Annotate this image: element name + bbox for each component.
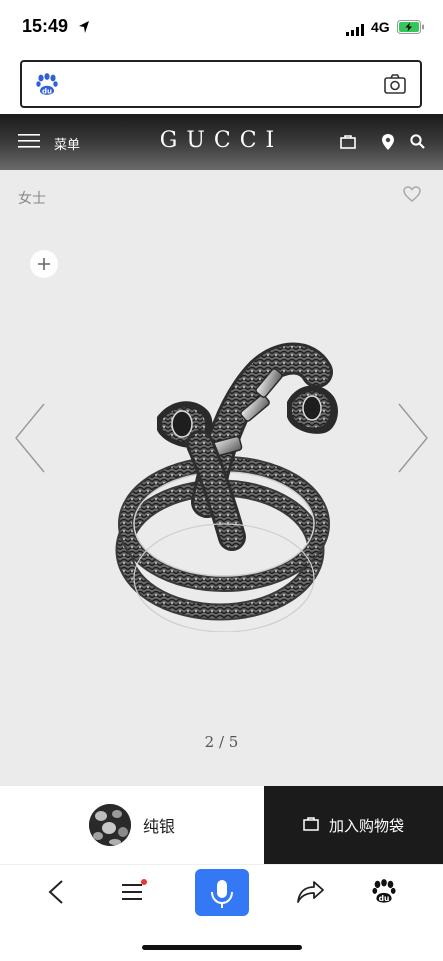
next-image-arrow-icon[interactable] [397,402,429,478]
category-breadcrumb[interactable]: 女士 [18,188,46,208]
zoom-plus-button[interactable] [30,250,58,278]
network-type: 4G [371,19,390,35]
browser-toolbar: du [0,864,443,961]
material-selector[interactable]: 纯银 [0,786,264,864]
image-counter: 2 / 5 [204,733,239,751]
signal-icon [346,21,366,40]
plus-icon [38,258,50,270]
baidu-paw-icon[interactable]: du [36,73,58,101]
status-time: 15:49 [22,16,69,36]
baidu-home-icon[interactable]: du [372,879,396,909]
material-thumbnail [88,804,131,846]
store-locator-icon[interactable] [382,134,394,154]
battery-icon [397,19,425,38]
brand-logo[interactable]: GUCCI [0,128,443,153]
share-icon[interactable] [296,879,326,909]
shopping-bag-icon[interactable] [340,134,356,153]
svg-text:du: du [379,894,390,903]
camera-icon[interactable] [384,74,406,98]
status-bar: 15:49 4G [0,0,443,54]
notification-dot [141,879,147,885]
wishlist-heart-icon[interactable] [403,186,421,206]
home-indicator[interactable] [142,945,302,950]
voice-search-button[interactable] [195,869,249,916]
microphone-icon [211,880,233,908]
back-icon[interactable] [46,879,66,909]
previous-image-arrow-icon[interactable] [14,402,46,478]
product-image-snake-ring [115,342,338,632]
shopping-bag-icon [303,816,319,835]
svg-text:du: du [42,88,52,96]
menu-icon[interactable] [120,879,148,909]
search-icon[interactable] [410,134,425,153]
search-bar[interactable]: du [20,60,422,108]
add-to-bag-label: 加入购物袋 [328,816,404,835]
add-to-bag-button[interactable]: 加入购物袋 [264,786,443,864]
product-gallery[interactable]: 女士 2 / 5 [0,170,443,786]
site-header: 菜单 GUCCI [0,114,443,170]
location-arrow-icon [78,19,90,38]
material-label: 纯银 [142,817,175,836]
